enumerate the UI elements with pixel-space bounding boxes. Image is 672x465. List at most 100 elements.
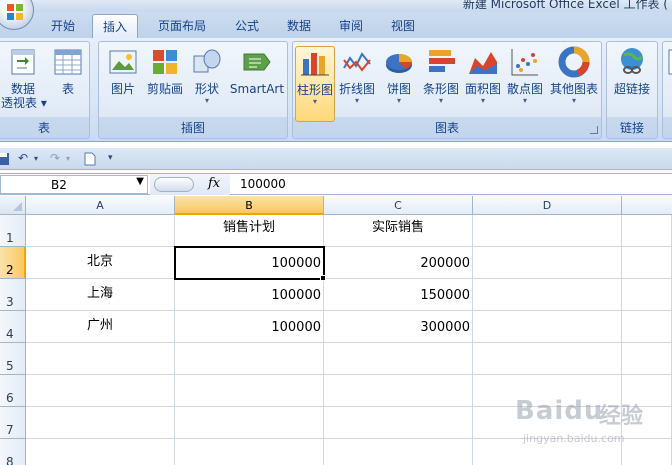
cell-e6[interactable] (622, 375, 672, 407)
column-chart-button[interactable]: 柱形图 ▾ (295, 46, 335, 122)
spreadsheet-grid: A B C D 1 2 3 4 5 6 7 8 销售计划 实际销售 北京 100… (0, 196, 672, 465)
column-header-d[interactable]: D (473, 196, 622, 215)
row-header-1[interactable]: 1 (0, 215, 26, 247)
pivot-table-label-1: 数据 (10, 82, 35, 96)
scatter-chart-button[interactable]: 散点图 ▾ (505, 46, 545, 106)
cell-d5[interactable] (473, 343, 622, 375)
undo-icon[interactable]: ↶ (18, 151, 28, 165)
tab-home[interactable]: 开始 (40, 14, 86, 38)
tab-data[interactable]: 数据 (276, 14, 322, 38)
cell-a4[interactable]: 广州 (26, 311, 175, 343)
cell-b3[interactable]: 100000 (175, 279, 324, 311)
cell-d7[interactable] (473, 407, 622, 439)
cell-a5[interactable] (26, 343, 175, 375)
other-charts-button[interactable]: 其他图表 ▾ (547, 46, 601, 106)
cell-d1[interactable] (473, 215, 622, 247)
tab-review[interactable]: 审阅 (328, 14, 374, 38)
cell-c7[interactable] (324, 407, 473, 439)
cell-e8[interactable] (622, 439, 672, 465)
cell-e7[interactable] (622, 407, 672, 439)
cell-c2[interactable]: 200000 (324, 247, 473, 279)
tab-insert[interactable]: 插入 (92, 14, 138, 38)
undo-dropdown-icon[interactable]: ▾ (34, 154, 38, 163)
save-icon[interactable] (0, 152, 10, 166)
formula-input[interactable]: 100000 (240, 177, 286, 191)
charts-dialog-launcher-icon[interactable] (590, 126, 598, 134)
cell-d2[interactable] (473, 247, 622, 279)
column-header-c[interactable]: C (324, 196, 473, 215)
bar-chart-button[interactable]: 条形图 ▾ (421, 46, 461, 106)
cell-a8[interactable] (26, 439, 175, 465)
office-logo-icon (7, 4, 23, 20)
area-chart-dropdown-icon: ▾ (480, 96, 485, 105)
doughnut-chart-icon (558, 46, 590, 78)
cell-a6[interactable] (26, 375, 175, 407)
row-header-2[interactable]: 2 (0, 247, 26, 279)
select-all-corner[interactable] (0, 196, 26, 215)
row-header-8[interactable]: 8 (0, 439, 26, 465)
cell-b7[interactable] (175, 407, 324, 439)
cell-a2[interactable]: 北京 (26, 247, 175, 279)
cell-b5[interactable] (175, 343, 324, 375)
pie-chart-button[interactable]: 饼图 ▾ (381, 46, 417, 106)
cell-b2[interactable]: 100000 (175, 247, 324, 279)
shapes-label: 形状 (194, 82, 219, 96)
row-header-4[interactable]: 4 (0, 311, 26, 343)
cell-a1[interactable] (26, 215, 175, 247)
redo-dropdown-icon[interactable]: ▾ (66, 154, 70, 163)
insert-function-icon[interactable]: fx (208, 176, 220, 191)
name-box-dropdown-icon[interactable]: ▼ (136, 176, 144, 187)
other-charts-dropdown-icon: ▾ (571, 96, 576, 105)
tab-page-layout[interactable]: 页面布局 (146, 14, 218, 38)
smartart-button[interactable]: SmartArt (229, 46, 285, 96)
tab-view[interactable]: 视图 (380, 14, 426, 38)
cell-c8[interactable] (324, 439, 473, 465)
cell-c4[interactable]: 300000 (324, 311, 473, 343)
table-button[interactable]: 表 (49, 46, 87, 96)
line-chart-button[interactable]: 折线图 ▾ (337, 46, 377, 106)
tab-formulas[interactable]: 公式 (224, 14, 270, 38)
fill-handle[interactable] (320, 275, 326, 281)
column-header-b[interactable]: B (175, 196, 324, 215)
cell-a3[interactable]: 上海 (26, 279, 175, 311)
cell-c3[interactable]: 150000 (324, 279, 473, 311)
column-header-e[interactable] (622, 196, 672, 215)
cell-c6[interactable] (324, 375, 473, 407)
formula-slider[interactable] (154, 177, 194, 192)
cell-d8[interactable] (473, 439, 622, 465)
cell-d6[interactable] (473, 375, 622, 407)
row-header-5[interactable]: 5 (0, 343, 26, 375)
cell-d3[interactable] (473, 279, 622, 311)
cell-e2[interactable] (622, 247, 672, 279)
cell-e1[interactable] (622, 215, 672, 247)
name-box[interactable]: B2 ▼ (0, 175, 148, 194)
cell-d4[interactable] (473, 311, 622, 343)
cell-c5[interactable] (324, 343, 473, 375)
cell-e3[interactable] (622, 279, 672, 311)
cell-e5[interactable] (622, 343, 672, 375)
shapes-button[interactable]: 形状 ▾ (187, 46, 227, 106)
cell-b1[interactable]: 销售计划 (175, 215, 324, 247)
customize-toolbar-icon[interactable]: ▾ (108, 153, 113, 163)
group-illustrations: 图片 剪贴画 形状 ▾ SmartArt 插图 (98, 41, 288, 139)
clipart-button[interactable]: 剪贴画 (145, 46, 185, 96)
text-box-button[interactable]: 文 (665, 46, 672, 96)
cell-c1[interactable]: 实际销售 (324, 215, 473, 247)
row-header-6[interactable]: 6 (0, 375, 26, 407)
new-document-icon[interactable] (84, 152, 96, 166)
cell-b4[interactable]: 100000 (175, 311, 324, 343)
picture-button[interactable]: 图片 (103, 46, 143, 96)
cell-b8[interactable] (175, 439, 324, 465)
cell-b6[interactable] (175, 375, 324, 407)
cell-a7[interactable] (26, 407, 175, 439)
area-chart-button[interactable]: 面积图 ▾ (463, 46, 503, 106)
column-header-a[interactable]: A (26, 196, 175, 215)
redo-icon[interactable]: ↷ (50, 151, 60, 165)
pie-chart-icon (386, 54, 412, 73)
hyperlink-button[interactable]: 超链接 (609, 46, 655, 96)
pivot-table-button[interactable]: 数据 透视表 ▾ (1, 46, 47, 110)
text-box-icon (668, 49, 672, 75)
row-header-3[interactable]: 3 (0, 279, 26, 311)
cell-e4[interactable] (622, 311, 672, 343)
row-header-7[interactable]: 7 (0, 407, 26, 439)
